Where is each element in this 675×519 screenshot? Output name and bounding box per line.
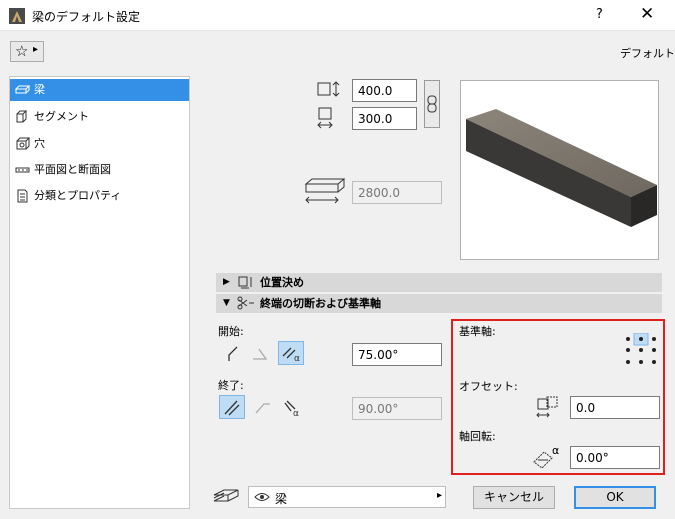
section-end-cuts[interactable]: ▼ 終端の切断および基準軸 bbox=[216, 294, 662, 313]
horizontal-cut-icon bbox=[255, 403, 270, 414]
star-icon: ☆ bbox=[15, 42, 29, 60]
sidebar-item-label: 平面図と断面図 bbox=[34, 163, 111, 176]
sidebar-item-beam[interactable]: 梁 bbox=[10, 79, 189, 101]
beam-height-input[interactable] bbox=[352, 79, 417, 102]
layer-dropdown[interactable]: 梁 ▸ bbox=[248, 486, 446, 508]
chain-link-icon bbox=[427, 95, 437, 113]
beam-length-icon bbox=[304, 178, 346, 204]
vertical-cut-icon bbox=[224, 400, 240, 416]
end-cut-vertical-button[interactable] bbox=[219, 395, 245, 419]
end-cut-custom-angle-button[interactable]: α bbox=[279, 395, 305, 419]
close-button[interactable]: ✕ bbox=[640, 4, 654, 24]
svg-text:α: α bbox=[294, 354, 300, 364]
sidebar-item-classification[interactable]: 分類とプロパティ bbox=[10, 185, 189, 207]
positioning-icon bbox=[238, 276, 252, 289]
end-cut-angle-input bbox=[352, 397, 442, 420]
segment-icon bbox=[16, 110, 28, 123]
sidebar-item-floorplan-section[interactable]: 平面図と断面図 bbox=[10, 159, 189, 181]
layer-name: 梁 bbox=[275, 492, 288, 506]
help-button[interactable]: ? bbox=[596, 7, 603, 22]
section-title: 位置決め bbox=[260, 276, 304, 289]
start-cut-angle-input[interactable] bbox=[352, 343, 442, 366]
layer-icon bbox=[213, 489, 239, 502]
floorplan-section-icon bbox=[15, 167, 30, 173]
collapse-arrow-icon: ▼ bbox=[223, 298, 230, 308]
link-dimensions-button[interactable] bbox=[424, 80, 440, 128]
hole-icon bbox=[16, 137, 30, 150]
preset-name: デフォルト bbox=[620, 47, 675, 60]
cancel-button[interactable]: キャンセル bbox=[473, 486, 555, 509]
section-title: 終端の切断および基準軸 bbox=[260, 297, 381, 310]
beam-height-icon bbox=[317, 81, 340, 97]
sidebar-item-segment[interactable]: セグメント bbox=[10, 106, 189, 128]
end-cut-horizontal-button[interactable] bbox=[250, 395, 276, 419]
custom-angle-cut-icon: α bbox=[284, 400, 299, 419]
beam-width-icon bbox=[317, 107, 333, 129]
end-cut-icon bbox=[237, 296, 254, 310]
beam-render bbox=[466, 109, 657, 227]
beam-3d-preview[interactable] bbox=[460, 80, 659, 260]
beam-length-input bbox=[352, 181, 442, 204]
window-title: 梁のデフォルト設定 bbox=[32, 10, 141, 24]
beam-width-input[interactable] bbox=[352, 107, 417, 130]
eye-icon bbox=[254, 493, 270, 501]
sidebar-item-label: 梁 bbox=[34, 83, 45, 96]
section-positioning[interactable]: ▶ 位置決め bbox=[216, 273, 662, 292]
start-cut-horizontal-button[interactable] bbox=[248, 341, 274, 365]
offset-icon bbox=[536, 396, 558, 418]
start-cut-vertical-button[interactable] bbox=[221, 341, 247, 365]
classification-icon bbox=[17, 189, 28, 203]
axis-rotation-input[interactable] bbox=[570, 446, 660, 469]
sidebar-item-label: セグメント bbox=[34, 110, 89, 123]
expand-arrow-icon: ▶ bbox=[223, 277, 230, 287]
reference-axis-label: 基準軸: bbox=[459, 325, 496, 338]
offset-input[interactable] bbox=[570, 396, 660, 419]
sidebar-item-label: 穴 bbox=[34, 137, 45, 150]
svg-text:α: α bbox=[293, 409, 299, 419]
horizontal-cut-icon bbox=[253, 348, 268, 360]
ok-button[interactable]: OK bbox=[574, 486, 656, 509]
start-cut-label: 開始: bbox=[218, 325, 244, 338]
offset-label: オフセット: bbox=[459, 380, 518, 393]
custom-angle-cut-icon: α bbox=[282, 347, 300, 364]
favorites-button[interactable]: ☆ ▸ bbox=[10, 41, 44, 62]
start-cut-custom-angle-button[interactable]: α bbox=[278, 341, 304, 365]
dropdown-arrow-icon: ▸ bbox=[437, 490, 443, 501]
dropdown-arrow-icon: ▸ bbox=[33, 44, 39, 55]
settings-sidebar: 梁 セグメント 穴 平面図と断面図 分類とプロパティ bbox=[9, 76, 190, 509]
title-bar: 梁のデフォルト設定 ? ✕ bbox=[0, 0, 675, 31]
end-cut-label: 終了: bbox=[218, 379, 244, 392]
archicad-app-icon bbox=[9, 8, 25, 24]
alpha-symbol: α bbox=[552, 444, 560, 457]
anchor-point-grid-icon[interactable] bbox=[624, 333, 658, 367]
sidebar-item-hole[interactable]: 穴 bbox=[10, 133, 189, 155]
sidebar-item-label: 分類とプロパティ bbox=[34, 189, 122, 202]
beam-icon bbox=[15, 85, 30, 94]
vertical-cut-icon bbox=[228, 346, 238, 361]
axis-rotation-label: 軸回転: bbox=[459, 430, 496, 443]
